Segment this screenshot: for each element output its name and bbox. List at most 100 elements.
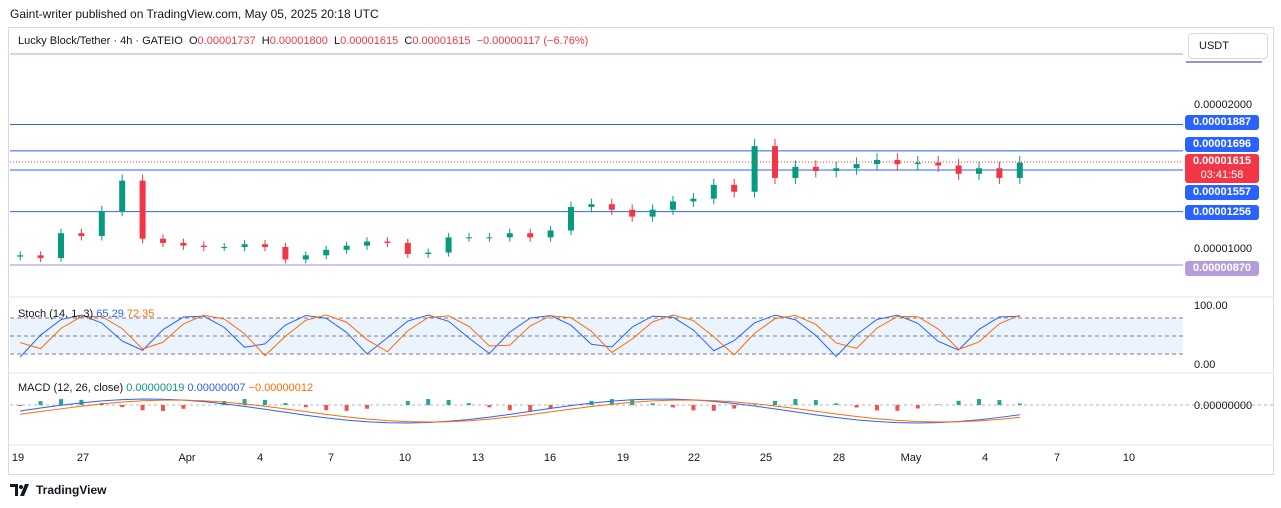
macd-zero-tick: 0.00000000	[1194, 400, 1253, 412]
macd-histogram-bar	[344, 405, 349, 411]
macd-histogram-bar	[140, 405, 145, 411]
x-tick-label: 7	[1053, 452, 1061, 464]
candle-body	[935, 162, 942, 166]
y-tick-mid: 0.00001000	[1194, 243, 1253, 255]
x-tick-label: 10	[398, 452, 412, 464]
macd-histogram-bar	[691, 405, 696, 411]
candle-body	[282, 247, 289, 260]
candle-body	[221, 247, 228, 249]
x-tick-label: 10	[1122, 452, 1136, 464]
candle-body	[302, 255, 309, 260]
stoch-d-value: 72.35	[126, 308, 155, 320]
x-tick-label: 16	[543, 452, 557, 464]
macd-histogram-bar	[793, 399, 798, 405]
candle-body	[1016, 162, 1023, 178]
macd-legend: MACD (12, 26, close) 0.00000019 0.000000…	[18, 382, 313, 394]
current-price-label: 0.00001615 03:41:58	[1185, 154, 1259, 183]
candle-body	[833, 168, 840, 172]
candle-body	[343, 245, 350, 250]
level-label-1256: 0.00001256	[1185, 205, 1259, 220]
level-label-1887: 0.00001887	[1185, 115, 1259, 130]
candle-body	[78, 233, 85, 236]
candle-body	[976, 168, 982, 174]
x-tick-label: Apr	[178, 452, 196, 464]
macd-histogram-bar	[365, 405, 369, 409]
candle-body	[670, 201, 676, 210]
candle-body	[955, 165, 962, 174]
stoch-legend: Stoch (14, 1, 3) 65.29 72.35	[18, 308, 154, 320]
macd-histogram-bar	[161, 405, 165, 411]
candle-body	[853, 164, 860, 169]
level-label-0870: 0.00000870	[1185, 261, 1259, 276]
macd-histogram-bar	[936, 404, 941, 405]
candle-body	[58, 233, 64, 259]
level-label-1557: 0.00001557	[1185, 185, 1259, 200]
candle-body	[200, 245, 207, 248]
macd-histogram-bar	[120, 405, 125, 408]
macd-histogram-bar	[650, 403, 655, 405]
x-tick-label: 19	[616, 452, 630, 464]
macd-histogram-bar	[487, 405, 492, 408]
candle-body	[384, 241, 391, 243]
candle-body	[547, 230, 554, 238]
candle-body	[404, 242, 411, 254]
macd-histogram-bar	[263, 399, 267, 405]
candle-body	[180, 242, 187, 246]
candle-body	[17, 255, 24, 257]
macd-histogram-bar	[671, 405, 675, 408]
candle-body	[812, 166, 819, 172]
tradingview-logo: TradingView	[10, 483, 106, 497]
candle-body	[894, 159, 901, 165]
macd-histogram-bar	[528, 405, 533, 411]
candle-body	[996, 168, 1003, 178]
candle-body	[751, 146, 758, 192]
macd-histogram-bar	[956, 400, 961, 405]
macd-histogram-bar	[732, 405, 737, 409]
macd-histogram-bar	[467, 403, 471, 405]
macd-histogram-bar	[711, 405, 716, 411]
macd-histogram-bar	[426, 399, 431, 405]
macd-histogram-bar	[303, 405, 308, 408]
candle-body	[445, 237, 452, 253]
stoch-0-tick: 0.00	[1194, 359, 1216, 371]
candle-body	[139, 180, 146, 239]
candle-body	[874, 159, 880, 165]
macd-signal-value: −0.00000012	[248, 382, 314, 394]
candle-body	[506, 233, 513, 238]
macd-histogram-bar	[773, 400, 777, 405]
candle-body	[98, 211, 105, 236]
macd-histogram-bar	[895, 405, 900, 411]
macd-value: 0.00000007	[187, 382, 246, 394]
candle-body	[323, 249, 330, 256]
candle-body	[37, 255, 44, 259]
candle-body	[629, 209, 636, 217]
candle-body	[527, 233, 534, 238]
candle-body	[568, 206, 574, 231]
macd-histogram-bar	[283, 403, 288, 405]
macd-hist-value: 0.00000019	[126, 382, 185, 394]
candle-body	[731, 184, 738, 192]
macd-histogram-bar	[181, 405, 186, 409]
candle-body	[466, 237, 472, 239]
candle-body	[792, 166, 799, 178]
candle-body	[262, 244, 268, 248]
x-tick-label: 28	[832, 452, 846, 464]
candle-body	[710, 184, 717, 199]
candle-body	[241, 244, 248, 248]
x-tick-label: 13	[471, 452, 485, 464]
price-chart-svg	[8, 53, 1273, 446]
macd-histogram-bar	[324, 405, 329, 411]
macd-histogram-bar	[813, 400, 818, 405]
macd-histogram-bar	[875, 405, 879, 411]
candle-countdown: 03:41:58	[1200, 169, 1244, 181]
macd-histogram-bar	[507, 405, 512, 411]
macd-histogram-bar	[446, 399, 451, 405]
stoch-k-value: 65.29	[96, 308, 124, 320]
candle-body	[649, 209, 656, 217]
macd-histogram-bar	[405, 400, 410, 405]
macd-histogram-bar	[915, 405, 920, 409]
candle-body	[608, 204, 615, 210]
macd-label: MACD (12, 26, close)	[18, 382, 124, 394]
x-tick-label: 4	[981, 452, 989, 464]
macd-histogram-bar	[1017, 403, 1022, 405]
